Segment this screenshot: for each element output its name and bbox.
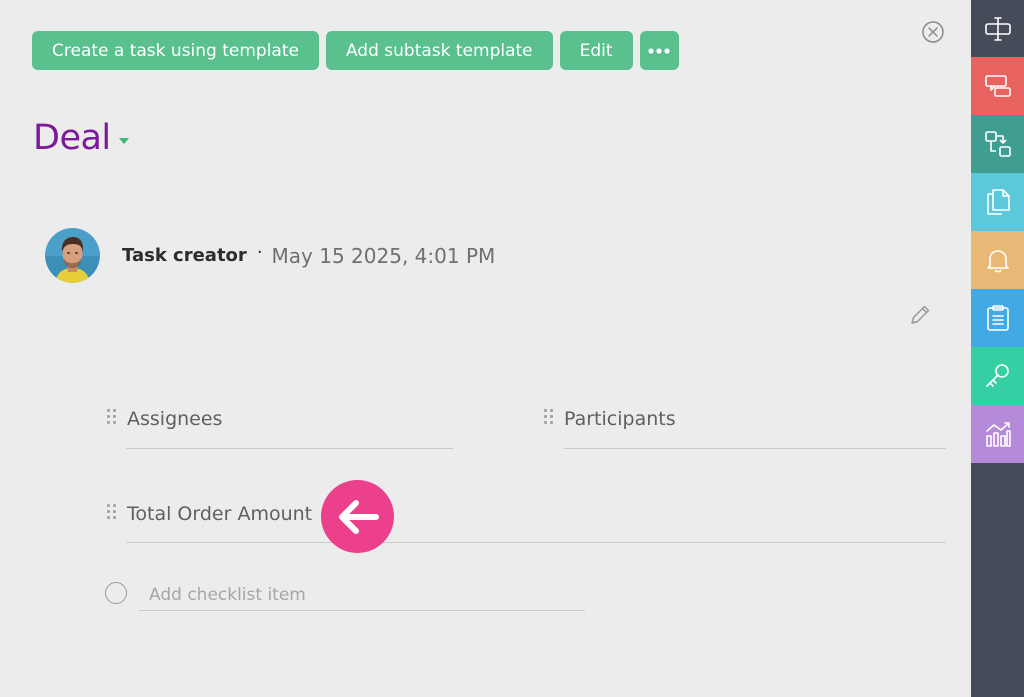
close-circle-icon	[922, 21, 944, 43]
edit-description-button[interactable]	[907, 302, 933, 328]
pointer-arrow-badge	[321, 480, 394, 553]
documents-icon	[986, 189, 1010, 215]
bell-icon	[986, 250, 1009, 273]
participants-underline	[564, 448, 946, 449]
sidebar-item-analytics[interactable]	[971, 405, 1024, 463]
key-icon	[985, 364, 1009, 387]
text-cursor-icon	[984, 17, 1011, 41]
sidebar-item-chat[interactable]	[971, 57, 1024, 115]
assignees-underline	[126, 448, 453, 449]
close-button[interactable]	[921, 20, 945, 44]
toolbar: Create a task using template Add subtask…	[32, 31, 679, 70]
create-task-from-template-button[interactable]: Create a task using template	[32, 31, 319, 70]
chat-bubbles-icon	[984, 75, 1011, 97]
add-checklist-item-input[interactable]	[139, 579, 585, 611]
clipboard-icon	[986, 305, 1009, 331]
page-title: Deal	[33, 118, 111, 158]
checklist-checkbox[interactable]	[105, 582, 127, 604]
drag-handle-icon[interactable]	[107, 504, 117, 524]
drag-handle-icon[interactable]	[544, 409, 554, 429]
more-horizontal-icon	[648, 47, 670, 54]
sidebar-item-notifications[interactable]	[971, 231, 1024, 289]
total-order-amount-label: Total Order Amount	[127, 503, 313, 525]
created-date: May 15 2025, 4:01 PM	[271, 243, 496, 268]
workflow-icon	[984, 131, 1011, 157]
total-order-amount-underline	[126, 542, 946, 543]
title-dropdown-caret-icon[interactable]	[118, 138, 129, 144]
pencil-icon	[911, 305, 930, 324]
sidebar-item-access[interactable]	[971, 347, 1024, 405]
sidebar-item-clipboard[interactable]	[971, 289, 1024, 347]
edit-button[interactable]: Edit	[559, 31, 633, 70]
right-sidebar	[971, 0, 1024, 697]
arrow-left-icon	[338, 499, 379, 534]
drag-handle-icon[interactable]	[107, 409, 117, 429]
assignees-label: Assignees	[127, 408, 223, 430]
more-button[interactable]	[639, 31, 679, 70]
title-area: Deal	[33, 118, 129, 158]
sidebar-item-documents[interactable]	[971, 173, 1024, 231]
participants-label: Participants	[564, 408, 676, 430]
task-panel: Create a task using template Add subtask…	[0, 0, 971, 697]
avatar	[45, 228, 100, 283]
task-meta: Task creator · May 15 2025, 4:01 PM	[45, 228, 495, 283]
meta-separator: ·	[256, 242, 263, 263]
chart-icon	[985, 422, 1011, 447]
add-subtask-template-button[interactable]: Add subtask template	[325, 31, 553, 70]
sidebar-item-workflow[interactable]	[971, 115, 1024, 173]
sidebar-item-text[interactable]	[971, 0, 1024, 58]
creator-label: Task creator	[122, 245, 247, 266]
